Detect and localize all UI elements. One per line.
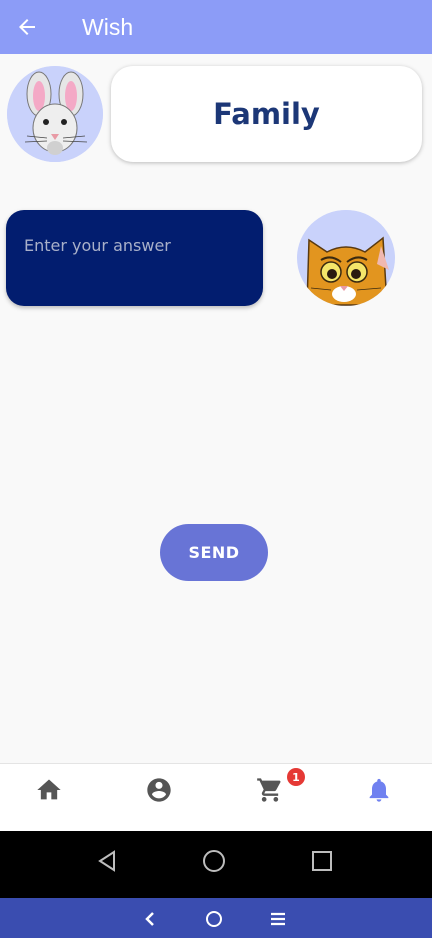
answer-box[interactable] <box>6 210 263 306</box>
system-home-button[interactable] <box>202 849 226 877</box>
system-back-button-secondary[interactable] <box>141 910 159 932</box>
chevron-left-icon <box>145 912 154 926</box>
system-home-button-secondary[interactable] <box>205 910 223 932</box>
cart-icon <box>257 778 281 802</box>
bell-icon <box>369 778 389 802</box>
system-nav-bar <box>0 831 432 898</box>
rabbit-avatar <box>7 66 103 162</box>
nav-home[interactable] <box>35 776 63 804</box>
system-menu-button[interactable] <box>269 910 287 932</box>
app-bar: Wish <box>0 0 432 54</box>
bottom-navigation <box>0 763 432 832</box>
nav-account[interactable] <box>145 776 173 804</box>
send-button-label: SEND <box>188 543 240 562</box>
nav-notifications[interactable] <box>365 776 393 804</box>
back-button[interactable] <box>13 13 41 41</box>
home-circle-icon <box>203 850 225 872</box>
cat-avatar <box>297 210 395 306</box>
send-button[interactable]: SEND <box>160 524 268 581</box>
system-recents-button[interactable] <box>310 849 334 877</box>
system-nav-bar-secondary <box>0 898 432 938</box>
menu-lines-icon <box>271 912 285 926</box>
system-back-button[interactable] <box>95 849 119 877</box>
category-card: Family <box>111 66 422 162</box>
account-circle-icon <box>147 778 171 802</box>
arrow-left-icon <box>19 19 35 35</box>
recents-square-icon <box>312 851 332 871</box>
category-title: Family <box>213 97 320 131</box>
cart-badge: 1 <box>287 768 305 786</box>
nav-cart[interactable] <box>256 776 284 804</box>
page-title: Wish <box>82 13 134 40</box>
back-triangle-icon <box>98 850 115 872</box>
home-icon <box>37 779 61 800</box>
answer-input[interactable] <box>24 236 244 255</box>
circle-icon <box>206 911 222 927</box>
